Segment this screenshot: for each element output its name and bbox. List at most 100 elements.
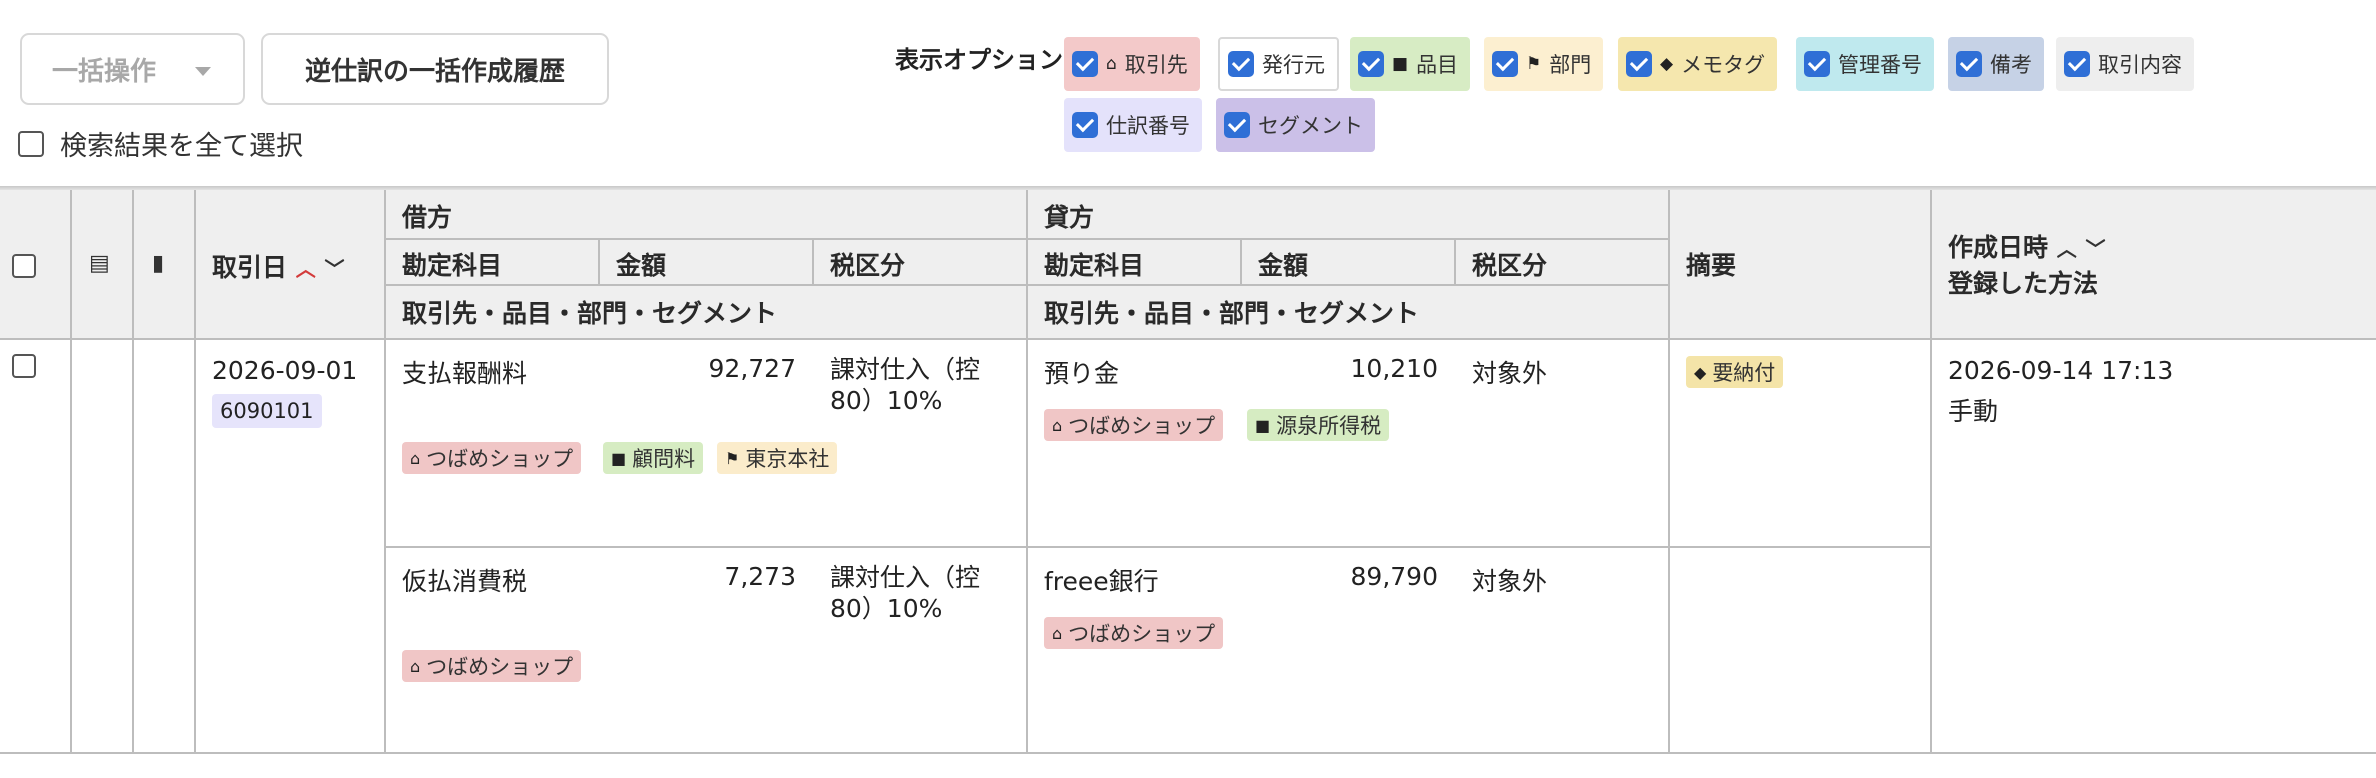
checkbox-checked-icon[interactable]	[1072, 51, 1098, 77]
option-label: 発行元	[1262, 53, 1325, 77]
comment-icon: ▤	[89, 251, 110, 276]
select-all-results[interactable]: 検索結果を全て選択	[18, 124, 303, 163]
bulk-action-dropdown[interactable]: 一括操作	[20, 33, 245, 105]
debit-tax: 課対仕入（控80）10%	[830, 563, 981, 623]
tag-label: 東京本社	[745, 447, 830, 471]
header-debit-amount: 金額	[616, 251, 667, 280]
debit-account: 支払報酬料	[402, 359, 528, 388]
header-debit-tax: 税区分	[830, 251, 906, 280]
divider	[194, 190, 196, 754]
flag-icon: ⚑	[1526, 54, 1542, 74]
chevron-down-icon	[195, 67, 211, 76]
option-segment[interactable]: セグメント	[1216, 98, 1375, 152]
tag-label: つばめショップ	[1068, 414, 1216, 438]
option-label: 備考	[1990, 53, 2032, 77]
option-label: 仕訳番号	[1106, 114, 1190, 138]
tag-icon: ◆	[1694, 362, 1707, 382]
divider	[0, 752, 2376, 754]
header-credit-meta: 取引先・品目・部門・セグメント	[1044, 299, 1420, 328]
header-debit-meta: 取引先・品目・部門・セグメント	[402, 299, 778, 328]
checkbox-checked-icon[interactable]	[1956, 51, 1982, 77]
option-journal-number[interactable]: 仕訳番号	[1064, 98, 1202, 152]
display-options-title: 表示オプション	[895, 46, 1063, 74]
option-management-number[interactable]: 管理番号	[1796, 37, 1934, 91]
checkbox-checked-icon[interactable]	[1228, 51, 1254, 77]
tag-memo[interactable]: ◆ 要納付	[1686, 356, 1784, 388]
checkbox-checked-icon[interactable]	[1358, 51, 1384, 77]
option-label: 取引先	[1124, 53, 1188, 77]
debit-account: 仮払消費税	[402, 567, 528, 596]
home-icon: ⌂	[410, 448, 421, 468]
home-icon: ⌂	[1052, 623, 1063, 643]
tag-partner[interactable]: ⌂ つばめショップ	[402, 650, 582, 682]
briefcase-icon: ■	[611, 448, 627, 468]
tag-partner[interactable]: ⌂ つばめショップ	[1044, 409, 1224, 441]
header-credit-amount: 金額	[1258, 251, 1309, 280]
briefcase-icon: ■	[1255, 415, 1271, 435]
header-credit: 貸方	[1044, 203, 1095, 232]
sort-desc-icon[interactable]: ﹀	[324, 257, 344, 281]
header-debit-account: 勘定科目	[402, 251, 503, 280]
tag-label: つばめショップ	[426, 447, 574, 471]
checkbox-checked-icon[interactable]	[1224, 112, 1250, 138]
reverse-journal-history-button[interactable]: 逆仕訳の一括作成履歴	[261, 33, 609, 105]
tag-item[interactable]: ■ 顧問料	[603, 442, 704, 474]
briefcase-icon: ■	[1392, 54, 1409, 74]
sort-asc-icon[interactable]: ︿	[2057, 237, 2077, 261]
divider	[384, 238, 1668, 240]
tag-label: 要納付	[1712, 361, 1776, 385]
divider	[1026, 190, 1028, 754]
tag-partner[interactable]: ⌂ つばめショップ	[402, 442, 582, 474]
tag-item[interactable]: ■ 源泉所得税	[1247, 409, 1390, 441]
divider	[384, 546, 1930, 548]
checkbox-checked-icon[interactable]	[2064, 51, 2090, 77]
divider	[1454, 238, 1456, 284]
header-method: 登録した方法	[1948, 269, 2099, 298]
header-created-at[interactable]: 作成日時 ︿ ﹀	[1948, 228, 2105, 264]
debit-amount: 92,727	[708, 354, 796, 383]
option-memo-tag[interactable]: ◆ メモタグ	[1618, 37, 1778, 91]
row-checkbox[interactable]	[12, 354, 36, 378]
credit-tax: 対象外	[1472, 567, 1548, 596]
sort-desc-icon[interactable]: ﹀	[2085, 237, 2105, 261]
credit-amount: 10,210	[1350, 354, 1438, 383]
option-partner[interactable]: ⌂ 取引先	[1064, 37, 1200, 91]
header-created-at-label: 作成日時	[1948, 233, 2049, 262]
option-issuer[interactable]: 発行元	[1218, 37, 1339, 91]
checkbox-checked-icon[interactable]	[1492, 51, 1518, 77]
checkbox-checked-icon[interactable]	[1626, 51, 1652, 77]
tag-department[interactable]: ⚑ 東京本社	[717, 442, 838, 474]
option-remarks[interactable]: 備考	[1948, 37, 2044, 91]
option-transaction-content[interactable]: 取引内容	[2056, 37, 2194, 91]
home-icon: ⌂	[1052, 415, 1063, 435]
select-all-checkbox[interactable]	[18, 130, 44, 157]
credit-account: 預り金	[1044, 359, 1120, 388]
header-date-label: 取引日	[212, 253, 288, 282]
reverse-journal-history-label: 逆仕訳の一括作成履歴	[304, 56, 565, 87]
tag-label: 顧問料	[632, 447, 696, 471]
header-credit-account: 勘定科目	[1044, 251, 1145, 280]
tag-icon: ◆	[1660, 54, 1674, 74]
option-label: 管理番号	[1838, 53, 1922, 77]
divider	[384, 190, 386, 754]
registration-method: 手動	[1948, 397, 1999, 426]
debit-amount: 7,273	[724, 562, 796, 591]
sort-asc-icon[interactable]: ︿	[296, 257, 316, 281]
header-summary: 摘要	[1686, 251, 1737, 280]
checkbox-checked-icon[interactable]	[1804, 51, 1830, 77]
option-department[interactable]: ⚑ 部門	[1484, 37, 1604, 91]
option-item[interactable]: ■ 品目	[1350, 37, 1471, 91]
journal-number-badge: 6090101	[212, 394, 322, 428]
credit-amount: 89,790	[1350, 562, 1438, 591]
row-date: 2026-09-01	[212, 356, 358, 385]
divider	[598, 238, 600, 284]
divider	[70, 190, 72, 754]
checkbox-checked-icon[interactable]	[1072, 112, 1098, 138]
select-all-rows-checkbox[interactable]	[12, 254, 36, 278]
divider	[1930, 190, 1932, 754]
tag-partner[interactable]: ⌂ つばめショップ	[1044, 617, 1224, 649]
bulk-action-label: 一括操作	[52, 56, 157, 87]
home-icon: ⌂	[1106, 54, 1117, 74]
journal-table: ▤ ▮ 取引日 ︿ ﹀ 借方 勘定科目 金額 税区分 取引先・品目・部門・セグメ…	[0, 190, 2376, 754]
header-date[interactable]: 取引日 ︿ ﹀	[212, 248, 344, 284]
